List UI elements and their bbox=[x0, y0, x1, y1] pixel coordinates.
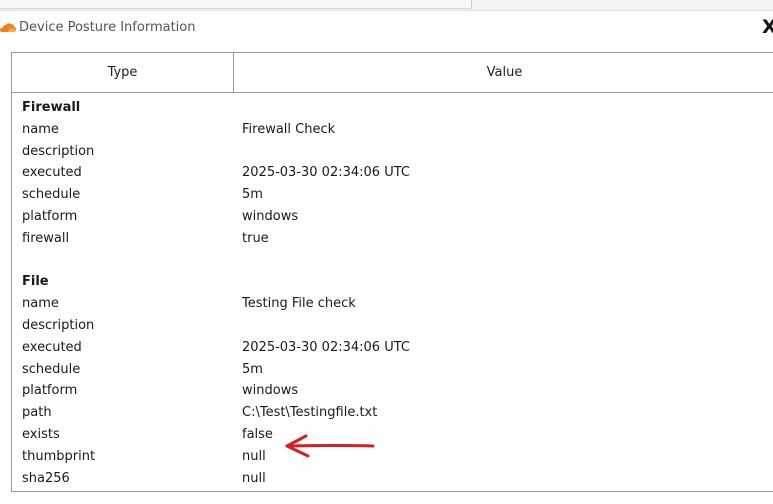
table-row[interactable]: schedule 5m bbox=[12, 359, 773, 381]
row-value: null bbox=[242, 470, 266, 486]
table-row[interactable]: description bbox=[12, 141, 773, 163]
row-value: true bbox=[242, 230, 269, 246]
table-row[interactable]: executed 2025-03-30 02:34:06 UTC bbox=[12, 162, 773, 184]
posture-table: Type Value Firewall name Firewall Check … bbox=[11, 52, 773, 492]
row-type: sha256 bbox=[22, 470, 70, 486]
section-header-file: File bbox=[12, 271, 773, 293]
table-row[interactable]: firewall true bbox=[12, 228, 773, 250]
table-row[interactable]: platform windows bbox=[12, 206, 773, 228]
table-row[interactable]: sha256 null bbox=[12, 468, 773, 490]
row-value: windows bbox=[242, 208, 299, 224]
row-value: 5m bbox=[242, 361, 263, 377]
background-divider bbox=[471, 0, 472, 10]
row-type: path bbox=[22, 405, 52, 421]
red-arrow-annotation-icon bbox=[285, 434, 375, 458]
background-pane bbox=[0, 0, 470, 9]
close-button[interactable]: X bbox=[762, 17, 773, 37]
table-body: Firewall name Firewall Check description… bbox=[12, 97, 773, 489]
table-row[interactable]: exists false bbox=[12, 424, 773, 446]
row-value: 2025-03-30 02:34:06 UTC bbox=[242, 339, 410, 355]
row-type: platform bbox=[22, 383, 78, 399]
section-title: Firewall bbox=[22, 100, 81, 115]
row-type: schedule bbox=[22, 361, 81, 377]
column-header-type[interactable]: Type bbox=[12, 53, 234, 92]
row-type: name bbox=[22, 296, 59, 312]
row-value: null bbox=[242, 448, 266, 464]
window-title: Device Posture Information bbox=[19, 20, 196, 35]
row-value: 5m bbox=[242, 187, 263, 203]
table-header: Type Value bbox=[12, 53, 773, 93]
row-value: 2025-03-30 02:34:06 UTC bbox=[242, 165, 410, 181]
row-value: C:\Test\Testingfile.txt bbox=[242, 405, 378, 421]
table-row[interactable]: thumbprint null bbox=[12, 446, 773, 468]
table-row[interactable]: name Testing File check bbox=[12, 293, 773, 315]
row-type: name bbox=[22, 121, 59, 137]
table-row[interactable]: path C:\Test\Testingfile.txt bbox=[12, 402, 773, 424]
row-value: false bbox=[242, 426, 273, 442]
row-value: Testing File check bbox=[242, 296, 356, 312]
table-row[interactable]: schedule 5m bbox=[12, 184, 773, 206]
row-type: executed bbox=[22, 339, 82, 355]
column-header-value[interactable]: Value bbox=[235, 53, 773, 92]
row-value: Firewall Check bbox=[242, 121, 336, 137]
row-type: description bbox=[22, 317, 95, 333]
table-row[interactable]: platform windows bbox=[12, 380, 773, 402]
table-row[interactable]: executed 2025-03-30 02:34:06 UTC bbox=[12, 337, 773, 359]
background-window-strip bbox=[0, 0, 773, 10]
row-type: platform bbox=[22, 208, 78, 224]
row-type: schedule bbox=[22, 187, 81, 203]
table-row[interactable]: description bbox=[12, 315, 773, 337]
row-value: windows bbox=[242, 383, 299, 399]
device-posture-dialog: Device Posture Information X Type Value … bbox=[0, 10, 773, 504]
section-header-firewall: Firewall bbox=[12, 97, 773, 119]
row-type: firewall bbox=[22, 230, 70, 246]
row-type: executed bbox=[22, 165, 82, 181]
cloudflare-cloud-icon bbox=[0, 23, 16, 32]
section-title: File bbox=[22, 274, 49, 290]
title-bar: Device Posture Information X bbox=[0, 11, 773, 45]
row-type: thumbprint bbox=[22, 448, 96, 464]
table-row[interactable]: name Firewall Check bbox=[12, 119, 773, 141]
row-type: description bbox=[22, 143, 95, 159]
row-type: exists bbox=[22, 426, 60, 442]
